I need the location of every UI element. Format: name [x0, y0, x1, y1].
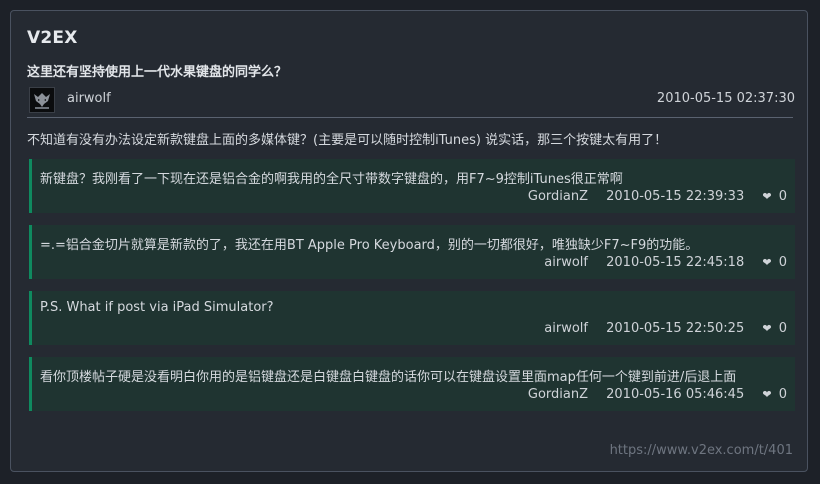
reply-meta: airwolf 2010-05-15 22:45:18 ❤ 0 — [544, 255, 787, 270]
divider — [27, 117, 793, 118]
topic-author-row: airwolf 2010-05-15 02:37:30 — [29, 87, 795, 113]
reply-likes: 0 — [778, 387, 787, 402]
reply-text: 新键盘？我刚看了一下现在还是铝合金的啊我用的全尺寸带数字键盘的，用F7~9控制i… — [40, 172, 623, 187]
reply-meta: GordianZ 2010-05-16 05:46:45 ❤ 0 — [528, 387, 787, 402]
topic-author-name[interactable]: airwolf — [67, 91, 111, 106]
reply-meta: airwolf 2010-05-15 22:50:25 ❤ 0 — [544, 321, 787, 336]
heart-icon[interactable]: ❤ — [762, 388, 771, 401]
topic-title[interactable]: 这里还有坚持使用上一代水果键盘的同学么？ — [27, 61, 287, 80]
reply-item: 看你顶楼帖子硬是没看明白你用的是铝键盘还是白键盘白键盘的话你可以在键盘设置里面m… — [29, 357, 795, 411]
reply-time: 2010-05-15 22:50:25 — [606, 321, 745, 336]
reply-time: 2010-05-15 22:39:33 — [606, 189, 745, 204]
footer-url-link[interactable]: https://www.v2ex.com/t/401 — [610, 443, 793, 458]
heart-icon[interactable]: ❤ — [762, 322, 771, 335]
reply-time: 2010-05-15 22:45:18 — [606, 255, 745, 270]
heart-icon[interactable]: ❤ — [762, 190, 771, 203]
reply-text: =.=铝合金切片就算是新款的了，我还在用BT Apple Pro Keyboar… — [40, 238, 699, 253]
reply-text: P.S. What if post via iPad Simulator? — [40, 300, 274, 315]
heart-icon[interactable]: ❤ — [762, 256, 771, 269]
reply-author[interactable]: airwolf — [544, 321, 588, 336]
reply-item: P.S. What if post via iPad Simulator? ai… — [29, 291, 795, 345]
reply-likes: 0 — [778, 321, 787, 336]
reply-likes: 0 — [778, 255, 787, 270]
reply-author[interactable]: GordianZ — [528, 387, 588, 402]
reply-item: =.=铝合金切片就算是新款的了，我还在用BT Apple Pro Keyboar… — [29, 225, 795, 279]
topic-content: 不知道有没有办法设定新款键盘上面的多媒体键？(主要是可以随时控制iTunes) … — [27, 133, 668, 148]
site-title[interactable]: V2EX — [27, 28, 78, 48]
reply-item: 新键盘？我刚看了一下现在还是铝合金的啊我用的全尺寸带数字键盘的，用F7~9控制i… — [29, 159, 795, 213]
reply-author[interactable]: GordianZ — [528, 189, 588, 204]
reply-likes: 0 — [778, 189, 787, 204]
reply-time: 2010-05-16 05:46:45 — [606, 387, 745, 402]
reply-text: 看你顶楼帖子硬是没看明白你用的是铝键盘还是白键盘白键盘的话你可以在键盘设置里面m… — [40, 370, 737, 385]
reply-author[interactable]: airwolf — [544, 255, 588, 270]
avatar[interactable] — [29, 87, 55, 113]
topic-card: V2EX 这里还有坚持使用上一代水果键盘的同学么？ airwolf 2010-0… — [10, 10, 808, 472]
reply-meta: GordianZ 2010-05-15 22:39:33 ❤ 0 — [528, 189, 787, 204]
wolf-avatar-icon — [30, 88, 54, 112]
topic-time: 2010-05-15 02:37:30 — [656, 91, 795, 106]
